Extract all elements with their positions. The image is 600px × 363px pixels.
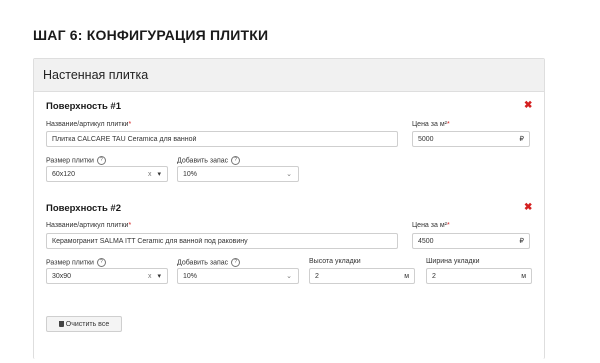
remove-surface-1-icon[interactable]: ✖ (524, 101, 532, 111)
caret-down-icon[interactable]: ▾ (157, 170, 161, 178)
clear-icon[interactable]: x (148, 273, 152, 280)
surface-1-reserve-label: Добавить запас ? (177, 156, 241, 165)
help-icon: ? (96, 258, 106, 267)
required-marker-icon: * (128, 222, 132, 229)
surface-2-price-input[interactable]: 4500 ₽ (412, 233, 530, 249)
width-unit: м (521, 272, 526, 280)
surface-2-height-input[interactable]: 2 м (309, 268, 415, 284)
surface-2-width-input[interactable]: 2 м (426, 268, 532, 284)
chevron-down-icon[interactable]: ⌄ (286, 272, 292, 280)
surface-2-price-label: Цена за м²* (412, 222, 450, 229)
surface-2-height-label: Высота укладки (309, 258, 361, 265)
surface-2-reserve-label: Добавить запас ? (177, 258, 241, 267)
step-title: ШАГ 6: КОНФИГУРАЦИЯ ПЛИТКИ (33, 27, 269, 43)
surface-2-title: Поверхность #2 (46, 203, 121, 214)
required-marker-icon: * (446, 121, 450, 128)
required-marker-icon: * (446, 222, 450, 229)
surface-2-width-label: Ширина укладки (426, 258, 480, 265)
surface-1-title: Поверхность #1 (46, 101, 121, 112)
surface-1-size-label: Размер плитки ? (46, 156, 106, 165)
surface-2-name-label: Название/артикул плитки* (46, 222, 132, 229)
help-icon: ? (96, 156, 106, 165)
required-marker-icon: * (128, 121, 132, 128)
chevron-down-icon[interactable]: ⌄ (286, 170, 292, 178)
surface-2-size-label: Размер плитки ? (46, 258, 106, 267)
ruble-icon: ₽ (519, 136, 524, 143)
surface-1-size-select[interactable]: 60x120 x ▾ (46, 166, 168, 182)
clear-all-button[interactable]: Очистить все (46, 316, 122, 332)
ruble-icon: ₽ (519, 238, 524, 245)
clear-icon[interactable]: x (148, 171, 152, 178)
remove-surface-2-icon[interactable]: ✖ (524, 203, 532, 213)
trash-icon (58, 321, 64, 327)
surface-2-size-select[interactable]: 30x90 x ▾ (46, 268, 168, 284)
caret-down-icon[interactable]: ▾ (157, 272, 161, 280)
surface-2-name-input[interactable]: Керамогранит SALMA ITT Ceramic для ванно… (46, 233, 398, 249)
card-header: Настенная плитка (34, 59, 544, 92)
surface-1-name-input[interactable]: Плитка CALCARE TAU Ceramica для ванной (46, 131, 398, 147)
surface-1-reserve-select[interactable]: 10% ⌄ (177, 166, 299, 182)
surface-1-price-input[interactable]: 5000 ₽ (412, 131, 530, 147)
surface-1-name-label: Название/артикул плитки* (46, 121, 132, 128)
clear-all-label: Очистить все (65, 320, 110, 328)
surface-1-price-label: Цена за м²* (412, 121, 450, 128)
help-icon: ? (231, 156, 241, 165)
surface-2-reserve-select[interactable]: 10% ⌄ (177, 268, 299, 284)
height-unit: м (404, 272, 409, 280)
help-icon: ? (231, 258, 241, 267)
